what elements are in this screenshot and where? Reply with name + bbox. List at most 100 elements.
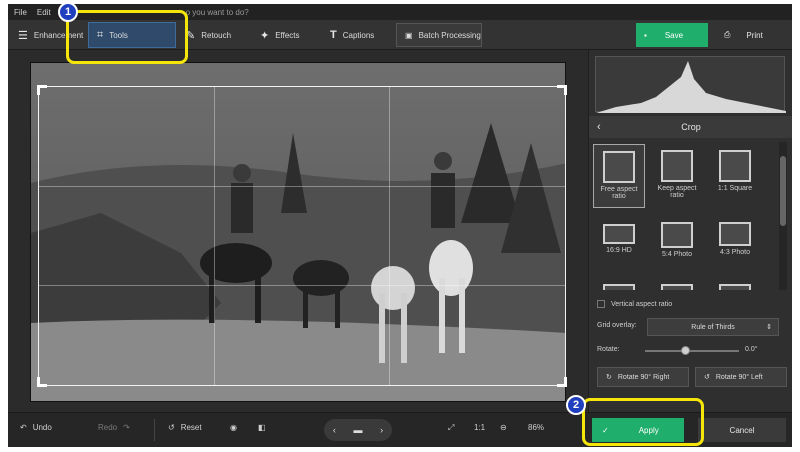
undo-icon: ↶ — [20, 423, 27, 432]
ratio-icon — [661, 284, 693, 290]
ratio-icon — [719, 284, 751, 290]
print-label: Print — [746, 30, 763, 40]
save-icon: ▪ — [644, 30, 647, 40]
rotate-slider-knob[interactable] — [681, 346, 690, 355]
grid-line — [39, 186, 565, 188]
rotate-left-button[interactable]: ↺ Rotate 90° Left — [695, 367, 787, 387]
scrollbar-thumb[interactable] — [780, 156, 786, 226]
batch-processing-label: Batch Processing — [418, 30, 481, 40]
undo-button[interactable]: ↶ Undo — [20, 423, 52, 432]
free-aspect-icon — [603, 151, 635, 183]
crop-handle[interactable] — [37, 85, 47, 95]
reset-label: Reset — [180, 423, 202, 432]
vertical-aspect-row[interactable]: Vertical aspect ratio — [597, 300, 672, 308]
preset-more[interactable] — [593, 278, 645, 290]
search-hint[interactable]: o you want to do? — [186, 8, 249, 17]
rotate-right-button[interactable]: ↻ Rotate 90° Right — [597, 367, 689, 387]
step-badge-1: 1 — [58, 2, 78, 22]
highlight-apply-button — [582, 398, 704, 446]
ratio-4-3-icon — [719, 222, 751, 246]
print-icon: ⎙ — [724, 30, 731, 39]
save-button[interactable]: ▪ Save — [636, 23, 708, 47]
crop-presets: Free aspect ratio Keep aspect ratio 1:1 … — [589, 140, 777, 290]
crop-panel-header: ‹ Crop — [589, 116, 792, 138]
tab-captions-label: Captions — [342, 30, 375, 40]
redo-button[interactable]: Redo ↷ — [98, 423, 130, 432]
zoom-out-icon[interactable]: ⊖ — [500, 423, 507, 432]
badge-number: 2 — [572, 399, 580, 411]
file-navigation: ‹ ▬ › — [324, 419, 392, 441]
crop-frame[interactable] — [37, 85, 567, 387]
prev-arrow-icon[interactable]: ‹ — [333, 425, 336, 435]
preset-more[interactable] — [709, 278, 761, 290]
tab-retouch[interactable]: ✎ Retouch — [178, 22, 248, 48]
rotate-left-icon: ↺ — [704, 374, 710, 381]
photo-editor-window: File Edit T o you want to do? ☰ Enhancem… — [8, 4, 792, 447]
preset-square[interactable]: 1:1 Square — [709, 144, 761, 208]
preset-more[interactable] — [651, 278, 703, 290]
crop-handle[interactable] — [37, 377, 47, 387]
save-label: Save — [664, 30, 684, 40]
ratio-5-4-icon — [661, 222, 693, 248]
grid-line — [389, 87, 391, 385]
rotate-text: Rotate: — [597, 346, 620, 353]
redo-icon: ↷ — [123, 423, 130, 432]
tab-retouch-label: Retouch — [201, 30, 232, 40]
preview-eye-icon[interactable]: ◉ — [230, 423, 237, 432]
preset-label: 4:3 Photo — [720, 249, 750, 256]
reset-button[interactable]: ↺ Reset — [168, 423, 202, 432]
badge-number: 1 — [64, 6, 72, 18]
preset-5-4[interactable]: 5:4 Photo — [651, 214, 703, 278]
cancel-label: Cancel — [729, 425, 755, 435]
zoom-value: 86% — [528, 423, 545, 432]
preset-label: Free aspect ratio — [600, 186, 638, 200]
rotate-value-text: 0.0° — [745, 346, 758, 353]
actual-size-label: 1:1 — [474, 423, 486, 432]
next-arrow-icon[interactable]: › — [380, 425, 383, 435]
fit-screen-icon[interactable]: ⤢ — [448, 423, 454, 433]
cancel-button[interactable]: Cancel — [698, 418, 786, 442]
histogram-graph — [596, 61, 786, 113]
preset-keep-aspect[interactable]: Keep aspect ratio — [651, 144, 703, 208]
rotate-right-label: Rotate 90° Right — [617, 373, 670, 381]
batch-icon: ▣ — [405, 30, 413, 40]
actual-size-button[interactable]: 1:1 — [474, 423, 485, 432]
grid-overlay-select[interactable]: Rule of Thirds ⇕ — [647, 318, 779, 336]
rotate-left-label: Rotate 90° Left — [715, 373, 763, 381]
ratio-16-9-icon — [603, 224, 635, 244]
crop-handle[interactable] — [557, 377, 567, 387]
print-button[interactable]: ⎙ Print — [716, 23, 786, 47]
histogram — [595, 56, 786, 113]
grid-overlay-text: Grid overlay: — [597, 322, 637, 329]
preset-free-aspect[interactable]: Free aspect ratio — [593, 144, 645, 208]
back-arrow-icon[interactable]: ‹ — [597, 121, 601, 133]
vertical-aspect-checkbox[interactable] — [597, 300, 605, 308]
reset-icon: ↺ — [168, 423, 175, 432]
zoom-level: 86% — [528, 423, 544, 432]
presets-scrollbar[interactable] — [779, 142, 787, 290]
vertical-aspect-label: Vertical aspect ratio — [611, 300, 673, 308]
undo-label: Undo — [32, 423, 52, 432]
preset-4-3[interactable]: 4:3 Photo — [709, 214, 761, 278]
tab-captions[interactable]: T Captions — [322, 22, 392, 48]
preset-label: Keep aspect ratio — [657, 185, 697, 199]
magic-wand-icon: ✦ — [260, 29, 270, 42]
folder-icon[interactable]: ▬ — [353, 425, 362, 435]
preset-label: 5:4 Photo — [662, 251, 692, 258]
grid-overlay-value: Rule of Thirds — [691, 323, 735, 331]
tab-effects[interactable]: ✦ Effects — [252, 22, 318, 48]
updown-arrows-icon: ⇕ — [766, 324, 772, 331]
compare-icon[interactable]: ◧ — [258, 423, 266, 432]
step-badge-2: 2 — [566, 395, 586, 415]
preset-16-9[interactable]: 16:9 HD — [593, 214, 645, 278]
rotate-value: 0.0° — [745, 346, 758, 353]
preset-label: 16:9 HD — [606, 247, 632, 254]
menu-edit[interactable]: Edit — [37, 8, 51, 17]
tab-effects-label: Effects — [275, 30, 300, 40]
menu-file[interactable]: File — [14, 8, 27, 17]
crop-handle[interactable] — [557, 85, 567, 95]
rotate-slider[interactable] — [645, 350, 739, 352]
grid-overlay-label: Grid overlay: — [597, 322, 637, 329]
batch-processing-button[interactable]: ▣ Batch Processing — [396, 23, 482, 47]
right-panel: ‹ Crop Free aspect ratio Keep aspect rat… — [588, 50, 792, 412]
